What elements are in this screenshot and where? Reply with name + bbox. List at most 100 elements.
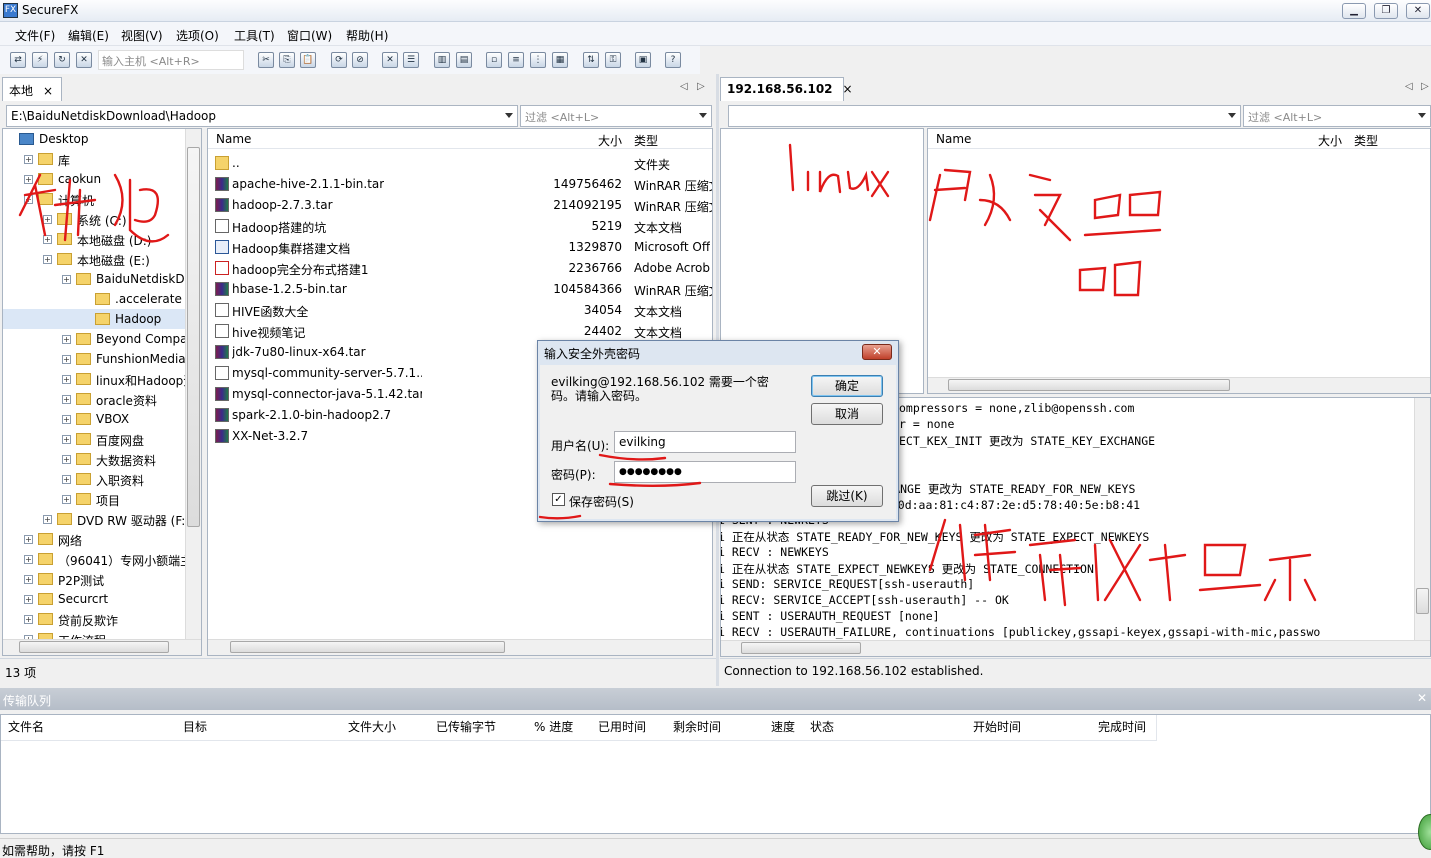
tree-node[interactable]: + BaiduNetdiskDow: [3, 269, 201, 289]
tree-node[interactable]: + 系统 (C:): [3, 209, 187, 229]
tree-node[interactable]: + VBOX: [3, 409, 187, 429]
tab-local[interactable]: 本地 ×: [2, 77, 62, 101]
remote-list-hscroll-thumb[interactable]: [948, 379, 1230, 391]
expand-toggle-icon[interactable]: +: [62, 335, 71, 344]
cut-icon[interactable]: ✂: [258, 52, 274, 68]
queue-close-icon[interactable]: ✕: [1417, 691, 1427, 705]
column-type[interactable]: 类型: [1354, 132, 1378, 149]
tab-remote-close-icon[interactable]: ×: [843, 82, 853, 96]
file-row[interactable]: hadoop-2.7.3.tar 214092195 WinRAR 压缩文: [208, 195, 712, 216]
menu-edit[interactable]: 编辑(E): [68, 27, 109, 44]
tree-node[interactable]: + Beyond Compare: [3, 329, 200, 349]
expand-toggle-icon[interactable]: +: [62, 435, 71, 444]
queue-col-status[interactable]: 状态: [810, 718, 834, 735]
tree-node[interactable]: + 库: [3, 149, 187, 169]
cancel-button[interactable]: 取消: [811, 403, 883, 425]
expand-toggle-icon[interactable]: +: [24, 155, 33, 164]
tab-scroll-right-icon[interactable]: ▷: [1421, 81, 1429, 92]
save-password-checkbox[interactable]: ✓: [552, 493, 565, 506]
host-input[interactable]: 输入主机 <Alt+R>: [98, 50, 244, 70]
chevron-down-icon[interactable]: [699, 113, 707, 118]
local-folder-tree[interactable]: Desktop + 库 + caokun + 计算机 + 系统 (C:) + 本地磁盘 (D:) + 本…: [2, 128, 202, 656]
tree-node[interactable]: + 计算机: [3, 189, 187, 209]
expand-toggle-icon[interactable]: +: [43, 235, 52, 244]
tree-node[interactable]: + 项目: [3, 489, 187, 509]
tree-node[interactable]: + FunshionMedia: [3, 349, 187, 369]
column-size[interactable]: 大小: [1318, 132, 1342, 149]
save-password-label[interactable]: 保存密码(S): [569, 493, 634, 510]
tree-node[interactable]: + 入职资料: [3, 469, 187, 489]
view-details-icon[interactable]: ▦: [552, 52, 568, 68]
local-filter-input[interactable]: 过滤 <Alt+L>: [520, 105, 712, 127]
expand-toggle-icon[interactable]: +: [43, 515, 52, 524]
expand-toggle-icon[interactable]: +: [24, 595, 33, 604]
tree-node[interactable]: + caokun: [3, 169, 187, 189]
expand-toggle-icon[interactable]: +: [24, 615, 33, 624]
tab-scroll-left-icon[interactable]: ◁: [680, 81, 688, 92]
file-row[interactable]: hadoop完全分布式搭建1 2236766 Adobe Acrob: [208, 258, 712, 279]
expand-toggle-icon[interactable]: +: [62, 475, 71, 484]
ok-button[interactable]: 确定: [811, 375, 883, 397]
tree-horizontal-scrollbar[interactable]: [3, 639, 201, 655]
log-icon[interactable]: ▣: [635, 52, 651, 68]
tree-node[interactable]: + DVD RW 驱动器 (F:): [3, 509, 190, 529]
view-small-icon[interactable]: ▫: [486, 52, 502, 68]
log-vertical-scrollbar[interactable]: [1414, 398, 1430, 640]
chevron-down-icon[interactable]: [505, 113, 513, 118]
tree-hscroll-thumb[interactable]: [19, 641, 169, 653]
view-tree-icon[interactable]: ⋮: [530, 52, 546, 68]
tab-scroll-left-icon[interactable]: ◁: [1405, 81, 1413, 92]
tab-scroll-right-icon[interactable]: ▷: [697, 81, 705, 92]
queue-col-size[interactable]: 文件大小: [348, 718, 396, 735]
expand-toggle-icon[interactable]: +: [62, 495, 71, 504]
file-row[interactable]: hbase-1.2.5-bin.tar 104584366 WinRAR 压缩文: [208, 279, 712, 300]
menu-file[interactable]: 文件(F): [15, 27, 55, 44]
file-row[interactable]: .. 文件夹: [208, 153, 712, 174]
tree-node[interactable]: + linux和Hadoop资料: [3, 369, 201, 389]
expand-toggle-icon[interactable]: +: [24, 535, 33, 544]
local-list-horizontal-scrollbar[interactable]: [208, 639, 712, 655]
tree-node[interactable]: + 百度网盘: [3, 429, 187, 449]
tree-node[interactable]: + 大数据资料: [3, 449, 187, 469]
tab-remote[interactable]: 192.168.56.102 ×: [720, 77, 853, 101]
chevron-down-icon[interactable]: [1228, 113, 1236, 118]
expand-toggle-icon[interactable]: +: [62, 275, 71, 284]
expand-toggle-icon[interactable]: +: [62, 355, 71, 364]
key-icon[interactable]: ⚿: [605, 52, 621, 68]
tree-node[interactable]: + 贷前反欺诈: [3, 609, 187, 629]
maximize-button[interactable]: ❐: [1374, 3, 1398, 19]
expand-toggle-icon[interactable]: +: [24, 195, 33, 204]
file-row[interactable]: HIVE函数大全 34054 文本文档: [208, 300, 712, 321]
queue-col-target[interactable]: 目标: [183, 718, 207, 735]
tree-node[interactable]: .accelerate: [3, 289, 187, 309]
expand-toggle-icon[interactable]: +: [62, 415, 71, 424]
queue-col-remaining[interactable]: 剩余时间: [673, 718, 721, 735]
expand-toggle-icon[interactable]: +: [24, 175, 33, 184]
tree-node[interactable]: + （96041）专网小额端主机: [3, 549, 201, 569]
tree-node[interactable]: + 本地磁盘 (E:): [3, 249, 187, 269]
close-button[interactable]: ✕: [1406, 3, 1430, 19]
queue-col-finish[interactable]: 完成时间: [1098, 718, 1146, 735]
help-icon[interactable]: ?: [665, 52, 681, 68]
new-folder-icon[interactable]: ▤: [456, 52, 472, 68]
expand-toggle-icon[interactable]: +: [62, 455, 71, 464]
quick-connect-icon[interactable]: ⚡: [32, 52, 48, 68]
column-name[interactable]: Name: [936, 132, 971, 146]
tab-local-close-icon[interactable]: ×: [43, 84, 53, 98]
minimize-button[interactable]: ▁: [1342, 3, 1366, 19]
tree-node[interactable]: + P2P测试: [3, 569, 187, 589]
menu-window[interactable]: 窗口(W): [287, 27, 332, 44]
stop-icon[interactable]: ⊘: [352, 52, 368, 68]
skip-button[interactable]: 跳过(K): [811, 485, 883, 507]
tree-scroll-thumb[interactable]: [187, 147, 200, 527]
username-field[interactable]: evilking: [614, 431, 796, 453]
expand-toggle-icon[interactable]: +: [62, 395, 71, 404]
reconnect-icon[interactable]: ↻: [54, 52, 70, 68]
remote-list-horizontal-scrollbar[interactable]: [928, 377, 1430, 393]
file-row[interactable]: apache-hive-2.1.1-bin.tar 149756462 WinRAR…: [208, 174, 712, 195]
local-list-hscroll-thumb[interactable]: [230, 641, 505, 653]
queue-col-start[interactable]: 开始时间: [973, 718, 1021, 735]
refresh-icon[interactable]: ⟳: [331, 52, 347, 68]
expand-toggle-icon[interactable]: +: [43, 215, 52, 224]
tree-node[interactable]: Desktop: [3, 129, 187, 149]
